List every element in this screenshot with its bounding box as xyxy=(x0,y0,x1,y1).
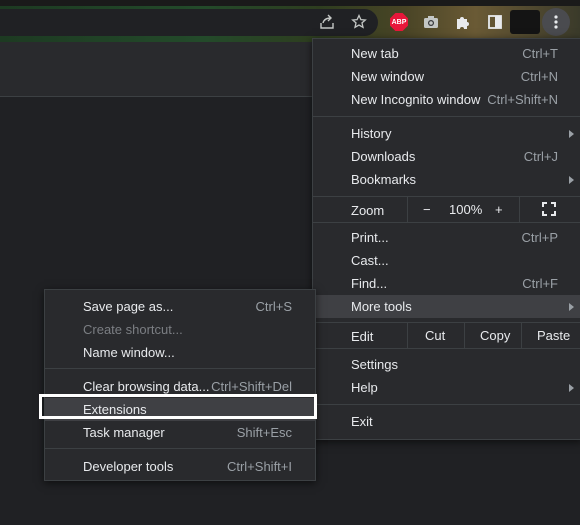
chrome-main-menu: New tab Ctrl+T New window Ctrl+N New Inc… xyxy=(312,38,580,440)
extensions-puzzle-icon[interactable] xyxy=(451,10,475,34)
menu-item-new-tab[interactable]: New tab Ctrl+T xyxy=(313,42,580,65)
paste-label: Paste xyxy=(537,328,571,343)
menu-item-label: History xyxy=(351,126,392,141)
adblock-icon[interactable]: ABP xyxy=(387,10,411,34)
edit-label: Edit xyxy=(351,329,374,344)
menu-item-shortcut: Ctrl+T xyxy=(522,46,558,61)
menu-item-task-manager[interactable]: Task manager Shift+Esc xyxy=(45,421,315,444)
menu-item-label: Downloads xyxy=(351,149,416,164)
menu-item-bookmarks[interactable]: Bookmarks xyxy=(313,168,580,191)
browser-toolbar: ABP xyxy=(0,0,580,42)
menu-item-shortcut: Ctrl+S xyxy=(255,299,292,314)
menu-item-label: Help xyxy=(351,380,378,395)
kebab-menu-icon[interactable] xyxy=(542,8,570,36)
paste-button[interactable]: Paste xyxy=(521,323,580,348)
chevron-right-icon xyxy=(569,384,574,392)
menu-item-cast[interactable]: Cast... xyxy=(313,249,580,272)
menu-divider xyxy=(45,448,315,449)
menu-divider xyxy=(45,368,315,369)
zoom-label: Zoom xyxy=(351,203,385,218)
menu-item-label: New tab xyxy=(351,46,399,61)
zoom-controls: − 100% + xyxy=(407,197,520,222)
camera-icon[interactable] xyxy=(419,10,443,34)
more-tools-submenu: Save page as... Ctrl+S Create shortcut..… xyxy=(44,289,316,481)
menu-item-label: Developer tools xyxy=(83,459,174,474)
fullscreen-button[interactable] xyxy=(519,197,580,222)
menu-item-developer-tools[interactable]: Developer tools Ctrl+Shift+I xyxy=(45,455,315,478)
menu-divider xyxy=(313,116,580,117)
menu-row-edit: Edit Cut Copy Paste xyxy=(313,323,580,348)
cut-label: Cut xyxy=(425,328,446,343)
copy-button[interactable]: Copy xyxy=(464,323,522,348)
menu-item-downloads[interactable]: Downloads Ctrl+J xyxy=(313,145,580,168)
menu-item-label: Save page as... xyxy=(83,299,174,314)
profile-avatar[interactable] xyxy=(510,10,540,34)
menu-item-label: Settings xyxy=(351,357,398,372)
menu-item-print[interactable]: Print... Ctrl+P xyxy=(313,226,580,249)
menu-item-label: Name window... xyxy=(83,345,175,360)
menu-item-label: New window xyxy=(351,69,424,84)
menu-item-label: More tools xyxy=(351,299,412,314)
menu-item-label: Task manager xyxy=(83,425,165,440)
menu-item-shortcut: Ctrl+P xyxy=(521,230,558,245)
chevron-right-icon xyxy=(569,303,574,311)
cut-button[interactable]: Cut xyxy=(407,323,465,348)
menu-item-shortcut: Ctrl+J xyxy=(523,149,558,164)
menu-item-create-shortcut: Create shortcut... xyxy=(45,318,315,341)
menu-item-history[interactable]: History xyxy=(313,122,580,145)
menu-item-new-window[interactable]: New window Ctrl+N xyxy=(313,65,580,88)
zoom-level: 100% xyxy=(449,202,483,217)
menu-item-find[interactable]: Find... Ctrl+F xyxy=(313,272,580,295)
menu-item-save-page[interactable]: Save page as... Ctrl+S xyxy=(45,295,315,318)
star-icon[interactable] xyxy=(347,10,371,34)
zoom-out-button[interactable]: − xyxy=(423,202,431,217)
menu-item-shortcut: Ctrl+Shift+Del xyxy=(211,379,292,394)
menu-item-label: Clear browsing data... xyxy=(83,379,210,394)
menu-item-label: Exit xyxy=(351,414,373,429)
chevron-right-icon xyxy=(569,176,574,184)
menu-item-more-tools[interactable]: More tools xyxy=(313,295,580,318)
menu-item-shortcut: Ctrl+F xyxy=(522,276,558,291)
menu-divider xyxy=(313,404,580,405)
extensions-highlight-box xyxy=(39,394,317,419)
menu-divider xyxy=(313,222,580,223)
menu-item-label: Cast... xyxy=(351,253,389,268)
adblock-badge: ABP xyxy=(390,13,408,31)
menu-item-label: Create shortcut... xyxy=(83,322,183,337)
copy-label: Copy xyxy=(480,328,511,343)
zoom-in-button[interactable]: + xyxy=(495,202,503,217)
chevron-right-icon xyxy=(569,130,574,138)
menu-item-shortcut: Ctrl+Shift+N xyxy=(487,92,558,107)
menu-divider xyxy=(313,348,580,349)
menu-item-label: Print... xyxy=(351,230,389,245)
share-icon[interactable] xyxy=(315,10,339,34)
menu-item-exit[interactable]: Exit xyxy=(313,410,580,433)
menu-item-shortcut: Shift+Esc xyxy=(236,425,292,440)
fullscreen-icon xyxy=(542,202,556,216)
menu-item-new-incognito[interactable]: New Incognito window Ctrl+Shift+N xyxy=(313,88,580,111)
menu-item-shortcut: Ctrl+Shift+I xyxy=(226,459,292,474)
menu-item-help[interactable]: Help xyxy=(313,376,580,399)
menu-item-name-window[interactable]: Name window... xyxy=(45,341,315,364)
menu-item-settings[interactable]: Settings xyxy=(313,353,580,376)
menu-row-zoom: Zoom − 100% + xyxy=(313,197,580,222)
menu-item-label: Bookmarks xyxy=(351,172,417,187)
side-panel-icon[interactable] xyxy=(483,10,507,34)
menu-item-label: Find... xyxy=(351,276,388,291)
menu-item-label: New Incognito window xyxy=(351,92,481,107)
menu-item-shortcut: Ctrl+N xyxy=(520,69,558,84)
